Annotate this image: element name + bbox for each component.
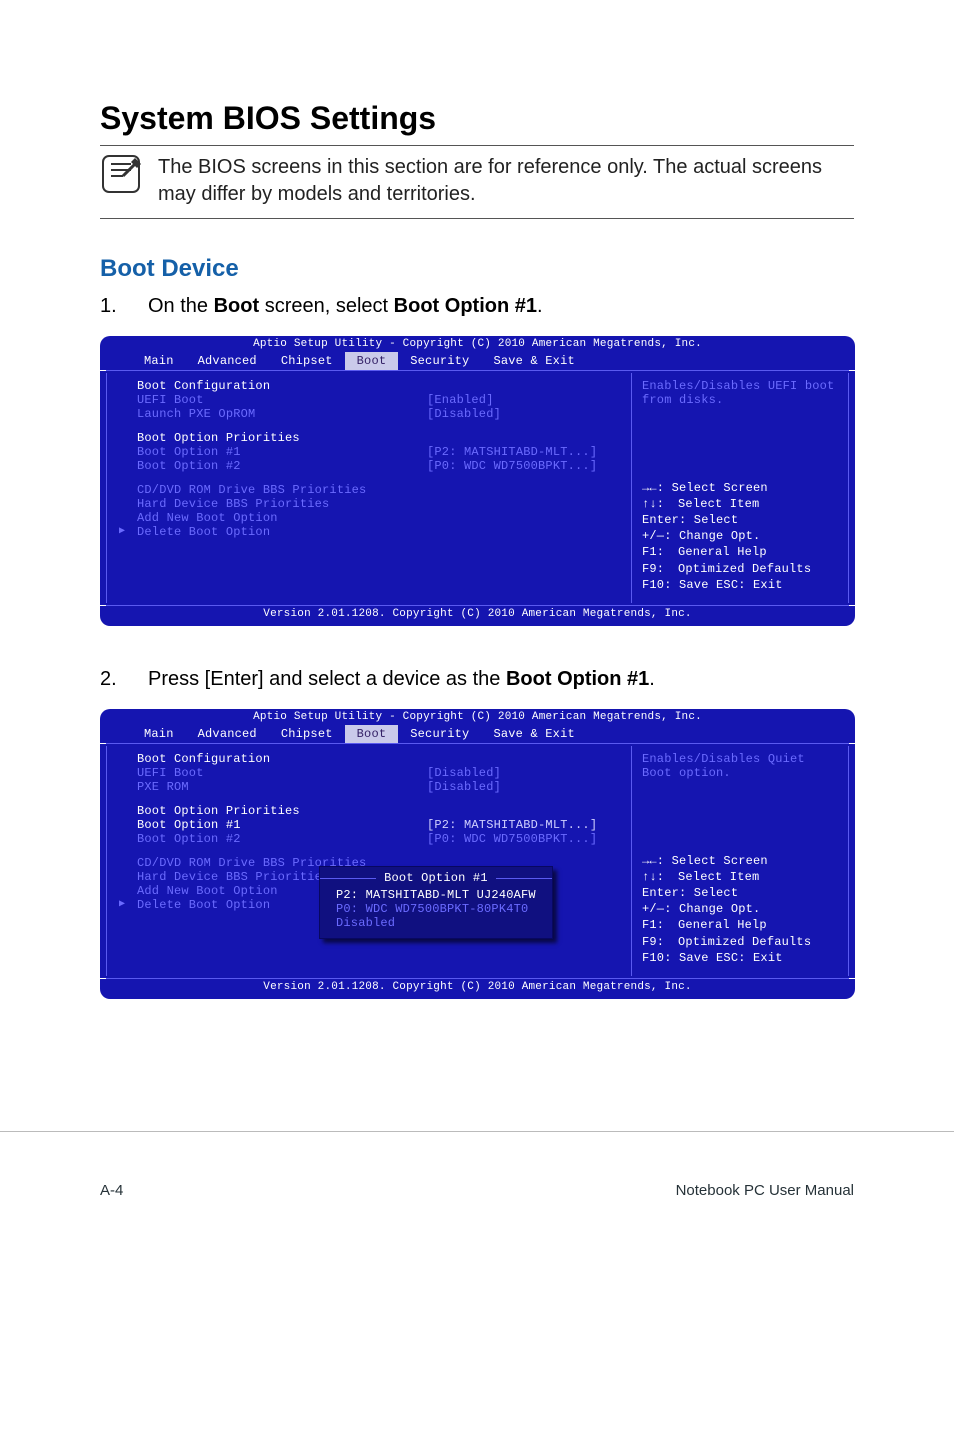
tab-boot[interactable]: Boot — [345, 725, 399, 743]
bios-help-text: Enables/Disables UEFI boot from disks. — [642, 379, 838, 407]
bios-version: Version 2.01.1208. Copyright (C) 2010 Am… — [100, 979, 855, 999]
boot-option-1-label[interactable]: Boot Option #1 — [137, 818, 427, 832]
footer-manual-title: Notebook PC User Manual — [676, 1182, 854, 1199]
bios-key-help: →←: Select Screen ↑↓:Select Item Enter: … — [642, 853, 838, 966]
keyhelp-change: +/—: Change Opt. — [642, 528, 838, 544]
keyhelp-f1-sym: F1: — [642, 917, 678, 933]
uefi-boot-value: [Enabled] — [427, 393, 625, 407]
step2-bold-option: Boot Option #1 — [506, 668, 649, 690]
keyhelp-f1-sym: F1: — [642, 544, 678, 560]
keyhelp-f1-txt: General Help — [678, 545, 767, 559]
keyhelp-enter: Enter: Select — [642, 512, 838, 528]
tab-main[interactable]: Main — [132, 352, 186, 370]
keyhelp-enter: Enter: Select — [642, 885, 838, 901]
boot-option-1-label[interactable]: Boot Option #1 — [137, 445, 427, 459]
submenu-cddvd[interactable]: CD/DVD ROM Drive BBS Priorities — [137, 483, 427, 497]
popup-option-p2[interactable]: P2: MATSHITABD-MLT UJ240AFW — [336, 888, 536, 902]
bios-screenshot-2: Aptio Setup Utility - Copyright (C) 2010… — [100, 709, 855, 999]
bios-screenshot-1: Aptio Setup Utility - Copyright (C) 2010… — [100, 336, 855, 626]
boot-option-2-value: [P0: WDC WD7500BPKT...] — [427, 832, 625, 846]
step-bold-boot: Boot — [214, 295, 260, 317]
note-icon — [100, 154, 142, 194]
tab-save-exit[interactable]: Save & Exit — [481, 352, 586, 370]
pxe-rom-value: [Disabled] — [427, 780, 625, 794]
step-text-c: . — [537, 295, 543, 317]
boot-option-1-value: [P2: MATSHITABD-MLT...] — [427, 445, 625, 459]
tab-advanced[interactable]: Advanced — [186, 352, 269, 370]
bios-help-text: Enables/Disables Quiet Boot option. — [642, 752, 838, 780]
keyhelp-f9-txt: Optimized Defaults — [678, 935, 811, 949]
keyhelp-f10: F10: Save ESC: Exit — [642, 577, 838, 593]
step-1: 1. On the Boot screen, select Boot Optio… — [100, 295, 854, 318]
bios-header: Aptio Setup Utility - Copyright (C) 2010… — [100, 336, 855, 352]
pxe-value: [Disabled] — [427, 407, 625, 421]
bios-header: Aptio Setup Utility - Copyright (C) 2010… — [100, 709, 855, 725]
keyhelp-change: +/—: Change Opt. — [642, 901, 838, 917]
bios-heading-priorities: Boot Option Priorities — [137, 431, 427, 445]
step-bold-option: Boot Option #1 — [394, 295, 537, 317]
uefi-boot-value: [Disabled] — [427, 766, 625, 780]
submenu-addnew[interactable]: Add New Boot Option — [137, 511, 427, 525]
keyhelp-arrows-ud-sym: ↑↓: — [642, 869, 678, 885]
tab-advanced[interactable]: Advanced — [186, 725, 269, 743]
bios-heading-bootconfig: Boot Configuration — [137, 752, 427, 766]
keyhelp-arrows-lr: →←: Select Screen — [642, 853, 838, 869]
page-title: System BIOS Settings — [100, 100, 854, 137]
tab-chipset[interactable]: Chipset — [269, 352, 345, 370]
note-block: The BIOS screens in this section are for… — [100, 145, 854, 219]
step-number: 1. — [100, 295, 118, 318]
boot-option-2-label[interactable]: Boot Option #2 — [137, 832, 427, 846]
bios-heading-bootconfig: Boot Configuration — [137, 379, 427, 393]
boot-option-2-label[interactable]: Boot Option #2 — [137, 459, 427, 473]
tab-boot[interactable]: Boot — [345, 352, 399, 370]
uefi-boot-label[interactable]: UEFI Boot — [137, 393, 427, 407]
pxe-rom-label[interactable]: PXE ROM — [137, 780, 427, 794]
tab-security[interactable]: Security — [398, 725, 481, 743]
pxe-label[interactable]: Launch PXE OpROM — [137, 407, 427, 421]
keyhelp-arrows-lr: →←: Select Screen — [642, 480, 838, 496]
keyhelp-arrows-ud-txt: Select Item — [678, 870, 759, 884]
step-text-a: On the — [148, 295, 214, 317]
submenu-delete[interactable]: Delete Boot Option — [137, 525, 427, 539]
bios-heading-priorities: Boot Option Priorities — [137, 804, 427, 818]
keyhelp-f9-sym: F9: — [642, 561, 678, 577]
step-number: 2. — [100, 668, 118, 691]
step-text-b: screen, select — [259, 295, 394, 317]
tab-chipset[interactable]: Chipset — [269, 725, 345, 743]
section-heading: Boot Device — [100, 255, 854, 283]
step-2: 2. Press [Enter] and select a device as … — [100, 668, 854, 691]
keyhelp-arrows-ud-txt: Select Item — [678, 497, 759, 511]
keyhelp-f1-txt: General Help — [678, 918, 767, 932]
tab-security[interactable]: Security — [398, 352, 481, 370]
keyhelp-f10: F10: Save ESC: Exit — [642, 950, 838, 966]
tab-save-exit[interactable]: Save & Exit — [481, 725, 586, 743]
submenu-harddev[interactable]: Hard Device BBS Priorities — [137, 497, 427, 511]
step2-text-a: Press [Enter] and select a device as the — [148, 668, 506, 690]
boot-option-2-value: [P0: WDC WD7500BPKT...] — [427, 459, 625, 473]
keyhelp-f9-txt: Optimized Defaults — [678, 562, 811, 576]
popup-option-disabled[interactable]: Disabled — [336, 916, 536, 930]
keyhelp-f9-sym: F9: — [642, 934, 678, 950]
page-number: A-4 — [100, 1182, 123, 1199]
popup-option-p0[interactable]: P0: WDC WD7500BPKT-80PK4T0 — [336, 902, 536, 916]
popup-title: Boot Option #1 — [336, 871, 536, 885]
keyhelp-arrows-ud-sym: ↑↓: — [642, 496, 678, 512]
note-text: The BIOS screens in this section are for… — [158, 154, 854, 208]
boot-option-popup[interactable]: Boot Option #1 P2: MATSHITABD-MLT UJ240A… — [319, 866, 553, 939]
boot-option-1-value: [P2: MATSHITABD-MLT...] — [427, 818, 625, 832]
uefi-boot-label[interactable]: UEFI Boot — [137, 766, 427, 780]
bios-version: Version 2.01.1208. Copyright (C) 2010 Am… — [100, 606, 855, 626]
bios-key-help: →←: Select Screen ↑↓:Select Item Enter: … — [642, 480, 838, 593]
step2-text-b: . — [649, 668, 655, 690]
tab-main[interactable]: Main — [132, 725, 186, 743]
